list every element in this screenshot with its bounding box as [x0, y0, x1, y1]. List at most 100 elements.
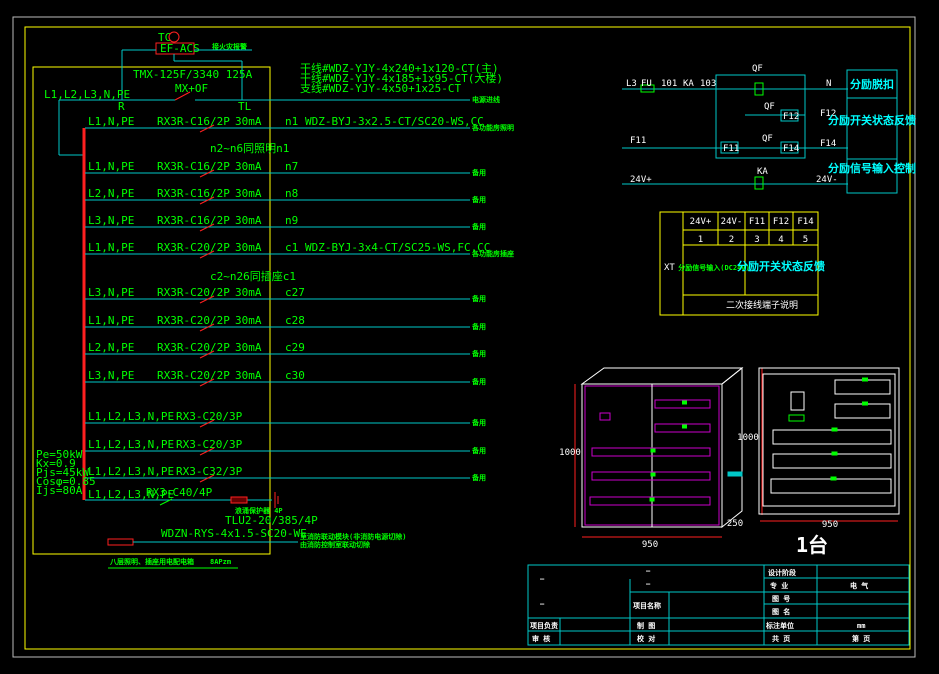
title-block-dash4: —	[646, 580, 651, 588]
fire-link-cable: WDZN-RYS-4x1.5-SC20-WE	[161, 527, 307, 540]
title-block-page-no: 第 页	[852, 634, 870, 643]
spd-symbol	[230, 496, 248, 504]
terminal-number: 4	[778, 235, 783, 245]
xt-label: XT	[664, 263, 675, 273]
circuit-id: c1	[285, 241, 298, 254]
ka-coil-label: KA	[757, 167, 768, 177]
circuit-load: 备用	[471, 349, 486, 358]
rail-marker	[831, 451, 838, 456]
terminal-caption: 二次接线端子说明	[726, 299, 798, 311]
rail-marker	[650, 448, 656, 453]
n-label: N	[826, 79, 831, 89]
terminal-header: F11	[749, 217, 765, 227]
spd-model: TLU2-20/385/4P	[225, 514, 318, 527]
circuit-cable: WDZ-BYJ-3x4-CT/SC25-WS,FC,CC	[305, 241, 490, 254]
circuit-breaker: RX3-C32/3P	[176, 465, 243, 478]
circuit-breaker: RX3R-C20/2P	[157, 369, 230, 382]
title-block-dash2: —	[540, 600, 545, 608]
spd-breaker: RX3-C40/4P	[146, 486, 213, 499]
rail-marker	[831, 427, 838, 432]
qf-label: QF	[752, 64, 763, 74]
rail-marker	[830, 476, 837, 481]
f11-label: F11	[630, 136, 646, 146]
title-block-total-pages: 共 页	[772, 634, 790, 643]
ka-coil-symbol	[754, 176, 764, 190]
circuit-breaker: RX3R-C16/2P	[157, 115, 230, 128]
title-block-discipline: 专 业	[770, 581, 788, 590]
circuit-phase: L3,N,PE	[88, 214, 134, 227]
title-block-drawing-name: 图 名	[772, 607, 790, 616]
title-block-design-stage: 设计阶段	[768, 568, 796, 577]
circuit-row: L2,N,PE RX3R-C16/2P 30mA n8 备用	[88, 187, 486, 204]
cabinet-interior	[758, 367, 900, 515]
breaker-row	[834, 403, 891, 419]
title-block-scale-value: mm	[857, 622, 865, 630]
cabinet-height-inside: 1000	[737, 433, 759, 443]
circuit-row: L3,N,PE RX3R-C20/2P 30mA c27 备用	[88, 286, 486, 303]
breaker-row	[772, 429, 892, 445]
circuit-row: L3,N,PE RX3R-C20/2P 30mA c30 备用	[88, 369, 486, 386]
nameplate	[599, 412, 611, 421]
circuit-cable: WDZ-BYJ-3x2.5-CT/SC20-WS,CC	[305, 115, 484, 128]
rail-marker	[682, 400, 687, 405]
rail-marker	[862, 377, 868, 382]
f12-terminal-label: F12	[783, 112, 799, 122]
breaker-row	[834, 379, 891, 395]
circuit-row: L1,L2,L3,N,PE RX3-C20/3P 备用	[88, 438, 486, 455]
ef-acs-label: EF-ACS	[160, 42, 200, 55]
circuit-rcd: 30mA	[235, 369, 262, 382]
circuit-phase: L1,N,PE	[88, 115, 134, 128]
cabinet-handle	[727, 471, 743, 477]
cabinet-width-inside: 950	[822, 520, 838, 530]
circuit-breaker: RX3R-C20/2P	[157, 286, 230, 299]
load-calc-line: Ijs=80A	[36, 484, 83, 497]
circuit-breaker: RX3R-C20/2P	[157, 241, 230, 254]
circuit-phase: L3,N,PE	[88, 286, 134, 299]
circuit-row: L1,N,PE RX3R-C20/2P 30mA c28 备用	[88, 314, 486, 331]
electrical-drawing: TCEF-ACS 接火灾报警TMX-125F/3340 125AMX+OFL1,L…	[12, 16, 916, 658]
circuit-row: L3,N,PE RX3R-C16/2P 30mA n9 备用	[88, 214, 486, 231]
circuit-row: L1,N,PE RX3R-C16/2P 30mA n7 备用	[88, 160, 486, 177]
circuit-breaker: RX3R-C20/2P	[157, 314, 230, 327]
circuit-rcd: 30mA	[235, 115, 262, 128]
r-label: R	[118, 100, 125, 113]
title-block-check: 校 对	[637, 634, 655, 643]
terminal-header: 24V-	[721, 217, 743, 227]
main-breaker-device	[790, 391, 805, 411]
circuit-load: 备用	[471, 222, 486, 231]
circuit-breaker: RX3R-C20/2P	[157, 341, 230, 354]
title-block-project-leader: 项目负责	[530, 621, 558, 630]
circuit-phase: L1,N,PE	[88, 314, 134, 327]
circuit-load: 备用	[471, 377, 486, 386]
tl-label: TL	[238, 100, 252, 113]
circuit-breaker: RX3R-C16/2P	[157, 187, 230, 200]
side-label: 分励脱扣	[850, 77, 894, 91]
f14-terminal-label: F14	[783, 144, 799, 154]
circuit-row: L1,L2,L3,N,PE RX3-C32/3P 备用	[88, 465, 486, 482]
circuit-id: c27	[285, 286, 305, 299]
circuit-breaker: RX3-C20/3P	[176, 410, 243, 423]
cabinet-width-front: 950	[642, 540, 658, 550]
circuit-load: 各功能房照明	[471, 123, 514, 132]
wire-103: 103	[700, 79, 716, 89]
circuit-breaker: RX3R-C16/2P	[157, 160, 230, 173]
l3-label: L3	[626, 79, 637, 89]
side-label: 分励开关状态反馈	[828, 113, 916, 127]
n-group-note: n2~n6同照明n1	[210, 142, 289, 155]
circuit-load: 备用	[471, 168, 486, 177]
circuit-row: L1,L2,L3,N,PE RX3-C20/3P 备用	[88, 410, 486, 427]
f14-out: F14	[820, 139, 836, 149]
incoming-label: 电源进线	[472, 95, 500, 104]
v24p-label: 24V+	[630, 175, 652, 185]
cabinet-depth: 250	[727, 519, 743, 529]
cabinet-side	[721, 366, 743, 529]
ka-label: KA	[683, 79, 694, 89]
circuit-phase: L3,N,PE	[88, 369, 134, 382]
terminal-block	[107, 538, 134, 546]
terminal-header: F12	[773, 217, 789, 227]
ef-acs-device	[788, 414, 805, 422]
title-block-dash3: —	[646, 567, 651, 575]
circuit-load: 备用	[471, 195, 486, 204]
mx-of-label: MX+OF	[175, 82, 208, 95]
circuit-phase: L1,N,PE	[88, 241, 134, 254]
